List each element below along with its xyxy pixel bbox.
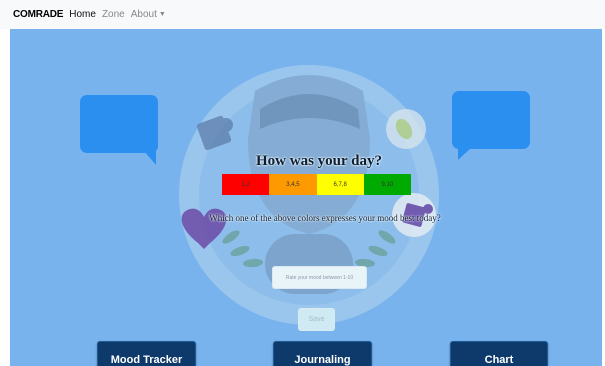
- nav-dropdown-about[interactable]: About ▼: [131, 9, 166, 20]
- mood-option-label: 3,4,5: [286, 181, 300, 188]
- mood-rating-input[interactable]: [272, 266, 367, 289]
- speech-bubble-right-icon: [452, 91, 530, 160]
- mood-color-scale: 1,2 3,4,5 6,7,8 9,10: [222, 174, 411, 195]
- lightbulb-icon: [386, 109, 426, 149]
- save-button[interactable]: Save: [298, 308, 335, 331]
- nav-link-home[interactable]: Home: [69, 9, 96, 20]
- chart-button[interactable]: Chart: [450, 341, 548, 366]
- about-label: About: [130, 9, 157, 20]
- mood-option-green[interactable]: 9,10: [363, 174, 411, 195]
- mood-option-label: 9,10: [381, 181, 394, 188]
- mood-option-yellow[interactable]: 6,7,8: [316, 174, 364, 195]
- mood-tracker-button[interactable]: Mood Tracker: [97, 341, 196, 366]
- journaling-button[interactable]: Journaling: [273, 341, 372, 366]
- nav-link-zone[interactable]: Zone: [102, 9, 125, 20]
- caret-down-icon: ▼: [158, 11, 166, 18]
- mood-option-label: 6,7,8: [333, 181, 347, 188]
- brand-logo[interactable]: COMRADE: [13, 9, 63, 20]
- navbar: COMRADE Home Zone About ▼: [0, 0, 605, 29]
- mood-title: How was your day?: [256, 153, 382, 169]
- mood-option-red[interactable]: 1,2: [222, 174, 270, 195]
- mood-option-orange[interactable]: 3,4,5: [269, 174, 317, 195]
- mood-question: Which one of the above colors expresses …: [209, 213, 441, 223]
- main-stage: How was your day? 1,2 3,4,5 6,7,8 9,10 W…: [10, 29, 602, 366]
- speech-bubble-left-icon: [80, 95, 158, 165]
- mood-option-label: 1,2: [241, 181, 250, 188]
